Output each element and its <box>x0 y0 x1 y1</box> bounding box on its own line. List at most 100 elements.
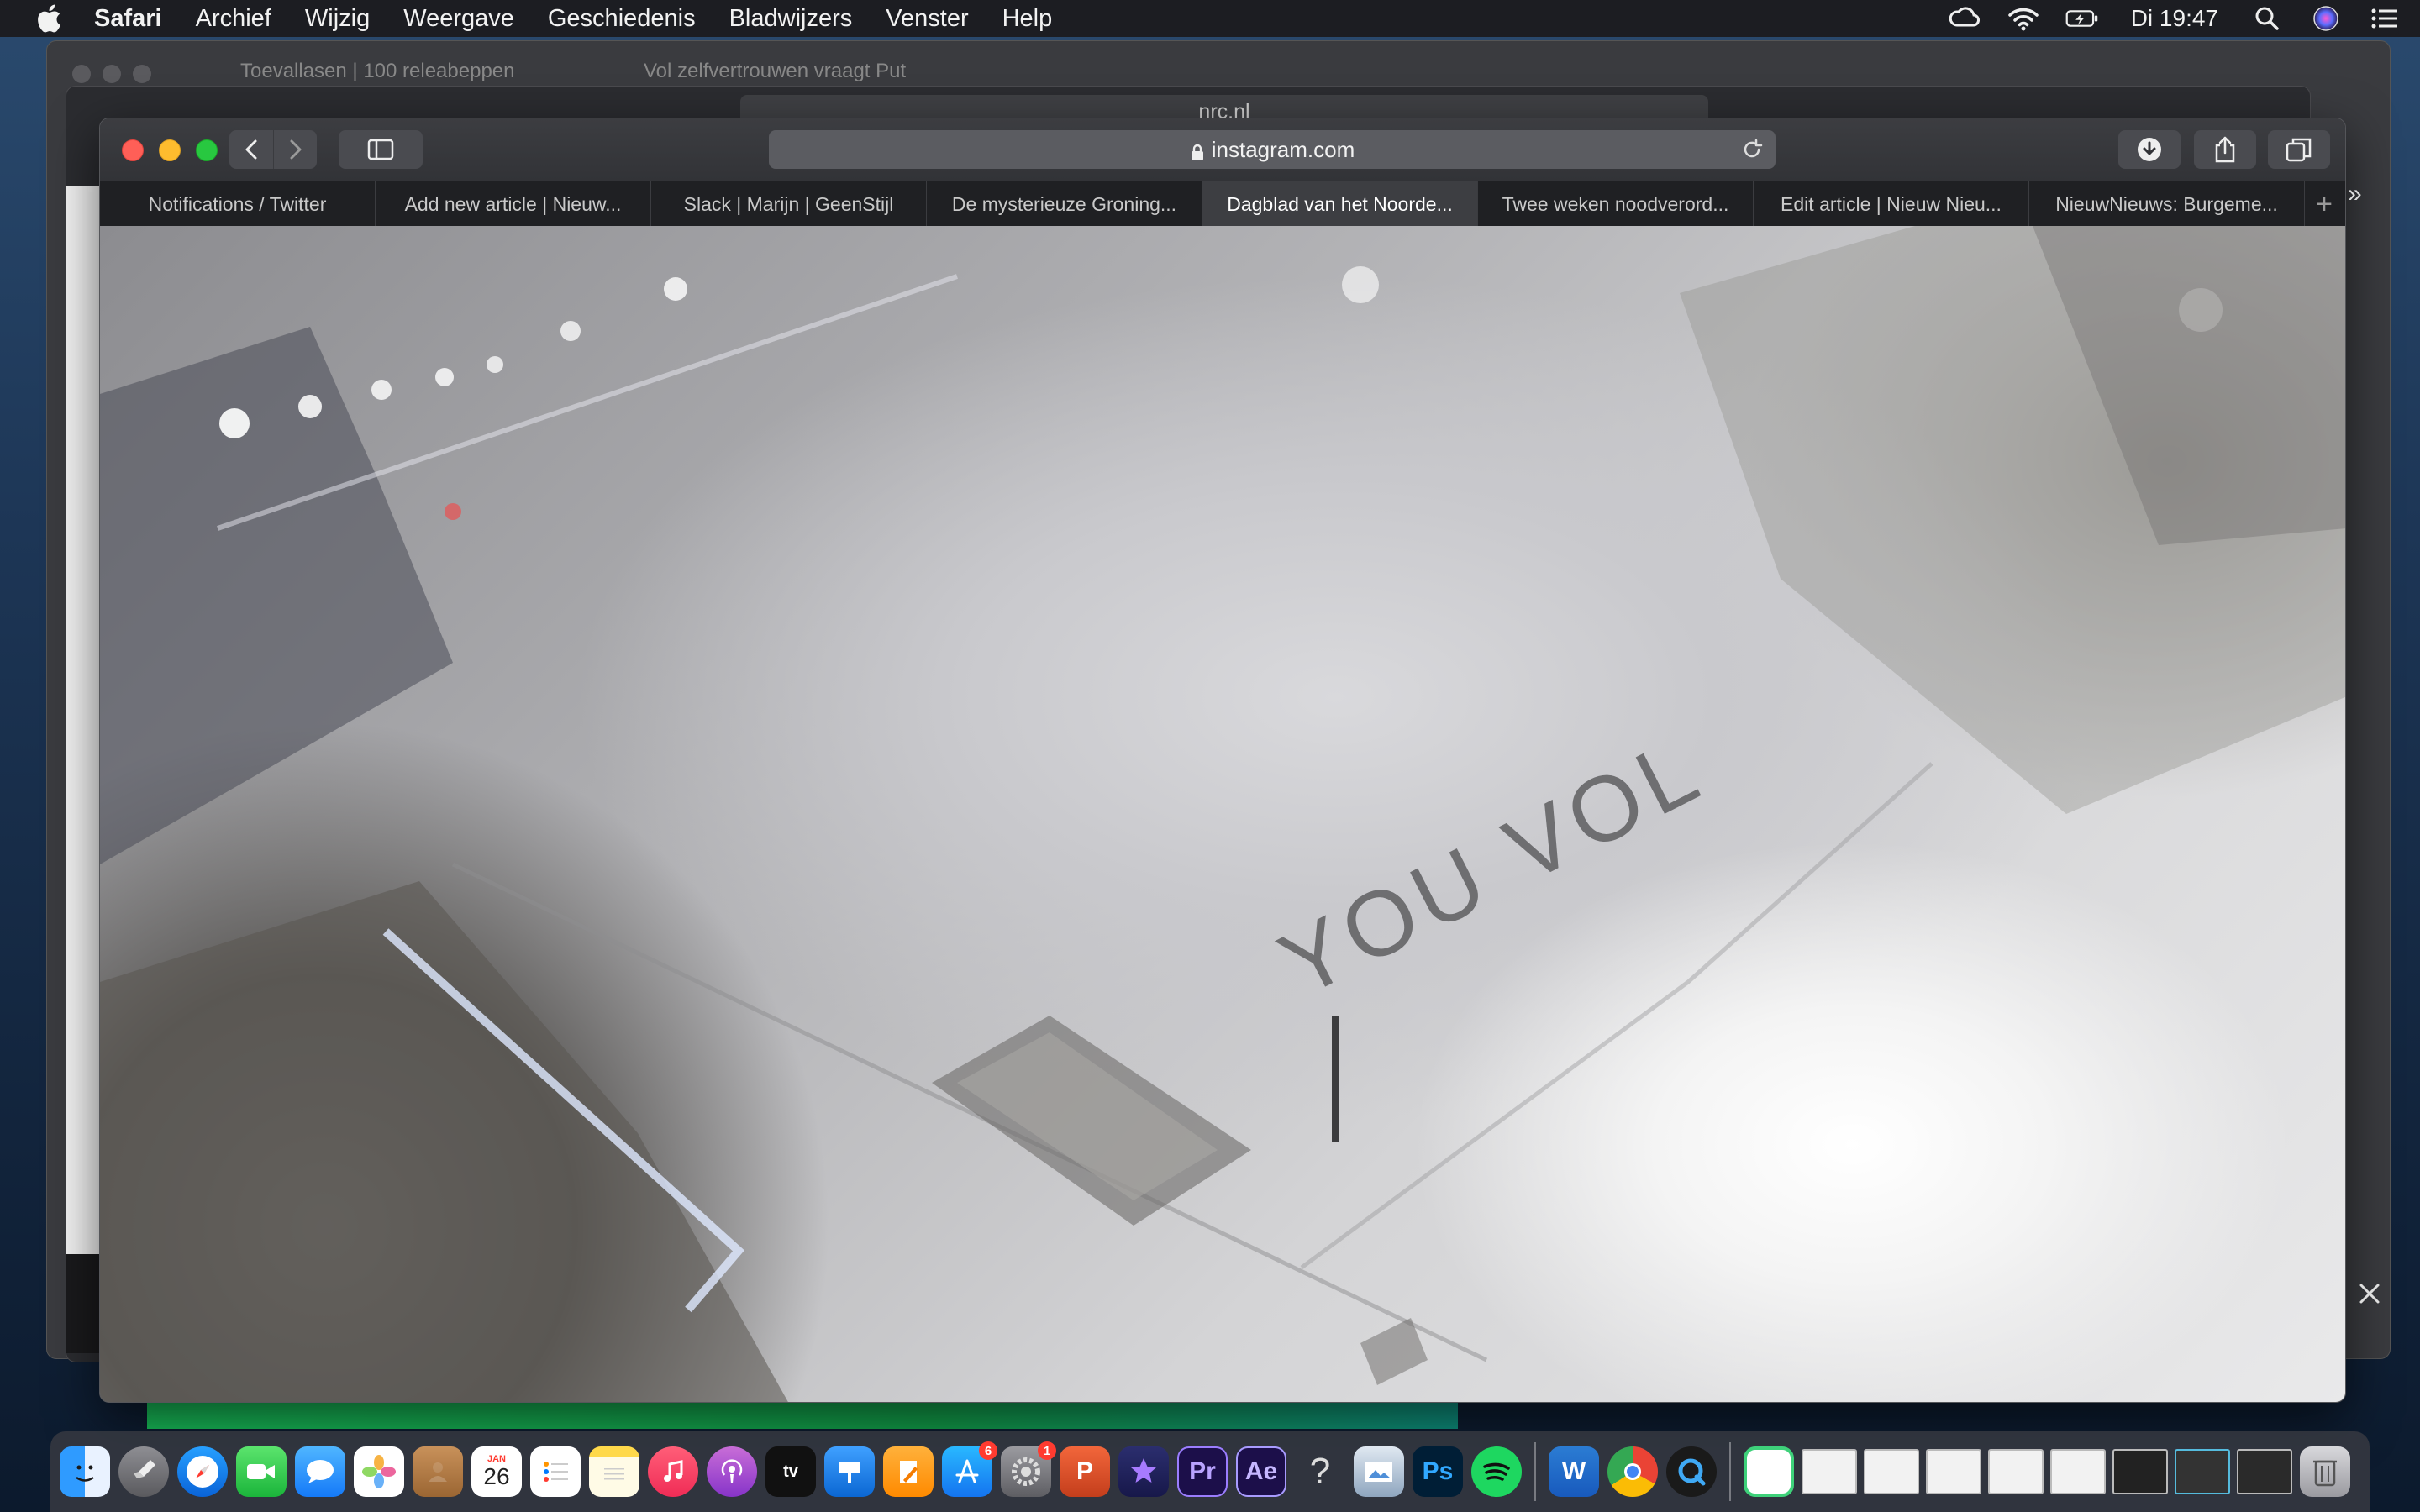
tab-groningen[interactable]: De mysterieuze Groning... <box>927 181 1202 227</box>
tab-overflow-button[interactable]: » <box>2348 180 2362 208</box>
battery-charging-icon[interactable] <box>2065 5 2099 32</box>
share-icon <box>2215 136 2235 163</box>
menu-geschiedenis[interactable]: Geschiedenis <box>548 5 696 33</box>
dock-separator <box>1729 1442 1731 1501</box>
word-icon[interactable]: W <box>1549 1446 1599 1497</box>
minimized-window-thumbnail[interactable] <box>2050 1449 2106 1494</box>
fullscreen-window-button[interactable] <box>196 139 218 161</box>
preview-icon[interactable] <box>1354 1446 1404 1497</box>
chrome-icon[interactable] <box>1607 1446 1658 1497</box>
downloads-button[interactable] <box>2118 130 2181 169</box>
help-label: ? <box>1309 1451 1331 1492</box>
minimized-window-thumbnail[interactable] <box>1926 1449 1981 1494</box>
pages-icon[interactable] <box>883 1446 934 1497</box>
podcasts-icon[interactable] <box>707 1446 757 1497</box>
menu-weergave[interactable]: Weergave <box>403 5 514 33</box>
photos-icon[interactable] <box>354 1446 404 1497</box>
calendar-day: 26 <box>483 1463 510 1489</box>
tabs-overview-icon <box>2286 138 2312 162</box>
minimized-window-thumbnail[interactable] <box>1744 1446 1794 1497</box>
overlay-close-button[interactable] <box>2353 1277 2386 1310</box>
minimized-window-thumbnail[interactable] <box>1988 1449 2044 1494</box>
app-store-icon[interactable]: 6 <box>942 1441 997 1497</box>
spotify-icon[interactable] <box>1471 1446 1522 1497</box>
tab-noodverordening[interactable]: Twee weken noodverord... <box>1478 181 1754 227</box>
tab-bar: Notifications / Twitter Add new article … <box>100 181 2345 227</box>
trash-icon[interactable] <box>2300 1446 2350 1497</box>
music-icon[interactable] <box>648 1446 698 1497</box>
dock-separator <box>1534 1442 1536 1501</box>
menubar-clock[interactable]: Di 19:47 <box>2131 5 2218 32</box>
tab-overview-button[interactable] <box>2268 130 2330 169</box>
app-store-badge: 6 <box>979 1441 997 1460</box>
back-button[interactable] <box>229 130 273 169</box>
powerpoint-label: P <box>1076 1457 1093 1485</box>
sidebar-icon <box>367 139 394 160</box>
keynote-icon[interactable] <box>824 1446 875 1497</box>
minimized-window-thumbnail[interactable] <box>2237 1449 2292 1494</box>
menu-bladwijzers[interactable]: Bladwijzers <box>729 5 853 33</box>
close-window-button[interactable] <box>122 139 144 161</box>
menu-archief[interactable]: Archief <box>196 5 271 33</box>
tab-twitter[interactable]: Notifications / Twitter <box>100 181 376 227</box>
share-button[interactable] <box>2194 130 2256 169</box>
reminders-icon[interactable] <box>530 1446 581 1497</box>
tab-nieuwnieuws[interactable]: NieuwNieuws: Burgeme... <box>2029 181 2305 227</box>
address-url: instagram.com <box>1211 136 1355 162</box>
creative-cloud-icon[interactable] <box>1948 5 1981 32</box>
chevron-left-icon <box>245 139 257 160</box>
minimized-window-thumbnail[interactable] <box>2175 1449 2230 1494</box>
tab-slack[interactable]: Slack | Marijn | GeenStijl <box>651 181 927 227</box>
siri-icon[interactable] <box>2309 5 2343 32</box>
tab-edit-article[interactable]: Edit article | Nieuw Nieu... <box>1754 181 2029 227</box>
minimize-window-button[interactable] <box>159 139 181 161</box>
reload-icon[interactable] <box>1740 138 1764 161</box>
address-bar[interactable]: instagram.com <box>769 130 1776 169</box>
notification-center-icon[interactable] <box>2368 5 2402 32</box>
menu-bar: Safari Archief Wijzig Weergave Geschiede… <box>0 0 2420 37</box>
system-preferences-icon[interactable]: 1 <box>1001 1441 1056 1497</box>
download-icon <box>2138 138 2161 161</box>
video-player[interactable]: YOU VOL <box>100 226 2345 1402</box>
minimized-window-thumbnail[interactable] <box>2112 1449 2168 1494</box>
apple-menu-icon[interactable] <box>32 2 66 35</box>
new-tab-button[interactable]: + <box>2305 181 2344 227</box>
chevron-right-icon <box>290 139 301 160</box>
notes-icon[interactable] <box>589 1446 639 1497</box>
wifi-icon[interactable] <box>2007 5 2040 32</box>
after-effects-icon[interactable]: Ae <box>1236 1446 1286 1497</box>
lock-icon <box>1190 141 1205 160</box>
premiere-pro-icon[interactable]: Pr <box>1177 1446 1228 1497</box>
help-question-icon[interactable]: ? <box>1295 1446 1345 1497</box>
apple-tv-label: tv <box>783 1462 798 1481</box>
apple-tv-icon[interactable]: tv <box>765 1446 816 1497</box>
powerpoint-icon[interactable]: P <box>1060 1446 1110 1497</box>
spotlight-search-icon[interactable] <box>2250 5 2284 32</box>
finder-icon[interactable] <box>60 1446 110 1497</box>
contacts-icon[interactable] <box>413 1446 463 1497</box>
calendar-icon[interactable]: JAN 26 <box>471 1446 522 1497</box>
forward-button[interactable] <box>273 130 317 169</box>
menu-help[interactable]: Help <box>1002 5 1053 33</box>
photoshop-icon[interactable]: Ps <box>1413 1446 1463 1497</box>
messages-icon[interactable] <box>295 1446 345 1497</box>
facetime-icon[interactable] <box>236 1446 287 1497</box>
navigation-buttons <box>229 130 317 169</box>
launchpad-icon[interactable] <box>118 1446 169 1497</box>
menu-wijzig[interactable]: Wijzig <box>305 5 370 33</box>
tab-dagblad-active[interactable]: Dagblad van het Noorde... <box>1202 181 1478 227</box>
tab-add-article[interactable]: Add new article | Nieuw... <box>376 181 651 227</box>
imovie-star-icon[interactable] <box>1118 1446 1169 1497</box>
snowy-square-video-frame: YOU VOL <box>100 226 2345 1402</box>
menu-venster[interactable]: Venster <box>886 5 968 33</box>
safari-icon[interactable] <box>177 1446 228 1497</box>
minimized-window-thumbnail[interactable] <box>1864 1449 1919 1494</box>
safari-toolbar: instagram.com <box>100 118 2345 181</box>
window-controls <box>122 139 218 161</box>
quicktime-icon[interactable] <box>1666 1446 1717 1497</box>
sidebar-toggle-button[interactable] <box>339 130 423 169</box>
snow-message-text: YOU VOL <box>1264 717 1718 1016</box>
minimized-window-thumbnail[interactable] <box>1802 1449 1857 1494</box>
app-name-menu[interactable]: Safari <box>94 5 162 33</box>
word-label: W <box>1561 1457 1586 1485</box>
